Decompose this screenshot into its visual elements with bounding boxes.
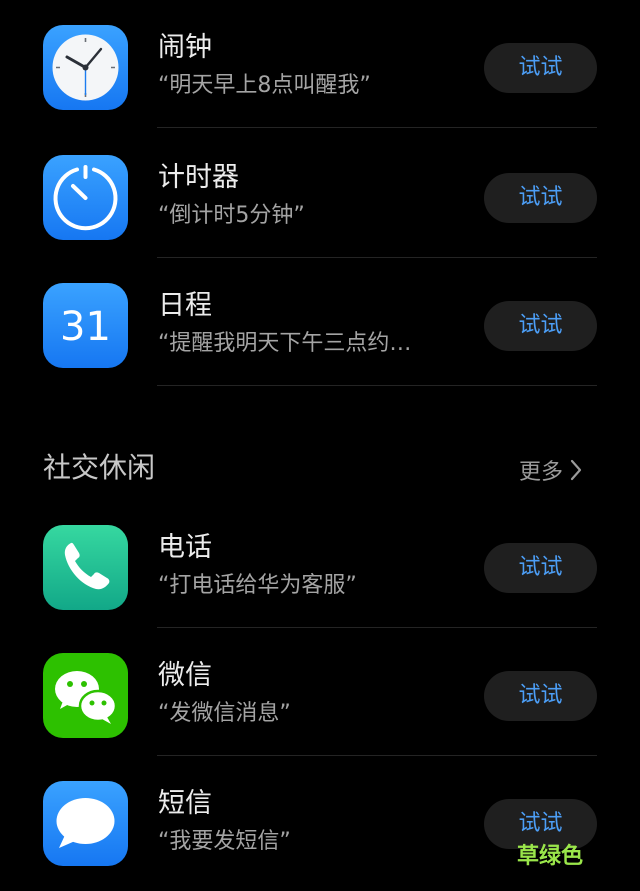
item-example: “提醒我明天下午三点约…	[158, 331, 412, 356]
item-title: 计时器	[158, 162, 239, 193]
list-item-alarm: 闹钟 “明天早上8点叫醒我” 试试	[0, 0, 640, 128]
chevron-right-icon	[570, 459, 582, 481]
try-button-phone[interactable]: 试试	[484, 543, 597, 593]
list-item-wechat: 微信 “发微信消息” 试试	[0, 628, 640, 756]
list-item-phone: 电话 “打电话给华为客服” 试试	[0, 500, 640, 628]
try-button-calendar[interactable]: 试试	[484, 301, 597, 351]
clock-icon[interactable]	[43, 25, 128, 110]
item-title: 日程	[158, 290, 212, 321]
wechat-icon[interactable]	[43, 653, 128, 738]
phone-icon[interactable]	[43, 525, 128, 610]
section-title-social: 社交休闲	[43, 451, 156, 484]
more-link[interactable]: 更多	[519, 454, 583, 486]
item-example: “明天早上8点叫醒我”	[158, 73, 371, 98]
item-example: “我要发短信”	[158, 829, 291, 854]
timer-icon[interactable]	[43, 155, 128, 240]
divider	[157, 127, 597, 128]
list-item-calendar: 31 日程 “提醒我明天下午三点约… 试试	[0, 258, 640, 386]
try-button-alarm[interactable]: 试试	[484, 43, 597, 93]
item-example: “发微信消息”	[158, 701, 291, 726]
item-title: 短信	[158, 788, 212, 819]
calendar-icon[interactable]: 31	[43, 283, 128, 368]
item-example: “打电话给华为客服”	[158, 573, 357, 598]
more-label: 更多	[519, 460, 564, 485]
try-button-timer[interactable]: 试试	[484, 173, 597, 223]
try-button-wechat[interactable]: 试试	[484, 671, 597, 721]
watermark: 草绿色	[517, 844, 584, 869]
list-item-timer: 计时器 “倒计时5分钟” 试试	[0, 130, 640, 258]
calendar-day-number: 31	[60, 304, 111, 350]
message-icon[interactable]	[43, 781, 128, 866]
item-title: 电话	[158, 532, 212, 563]
item-example: “倒计时5分钟”	[158, 203, 305, 228]
item-title: 闹钟	[158, 32, 212, 63]
divider	[157, 385, 597, 386]
item-title: 微信	[158, 660, 212, 691]
